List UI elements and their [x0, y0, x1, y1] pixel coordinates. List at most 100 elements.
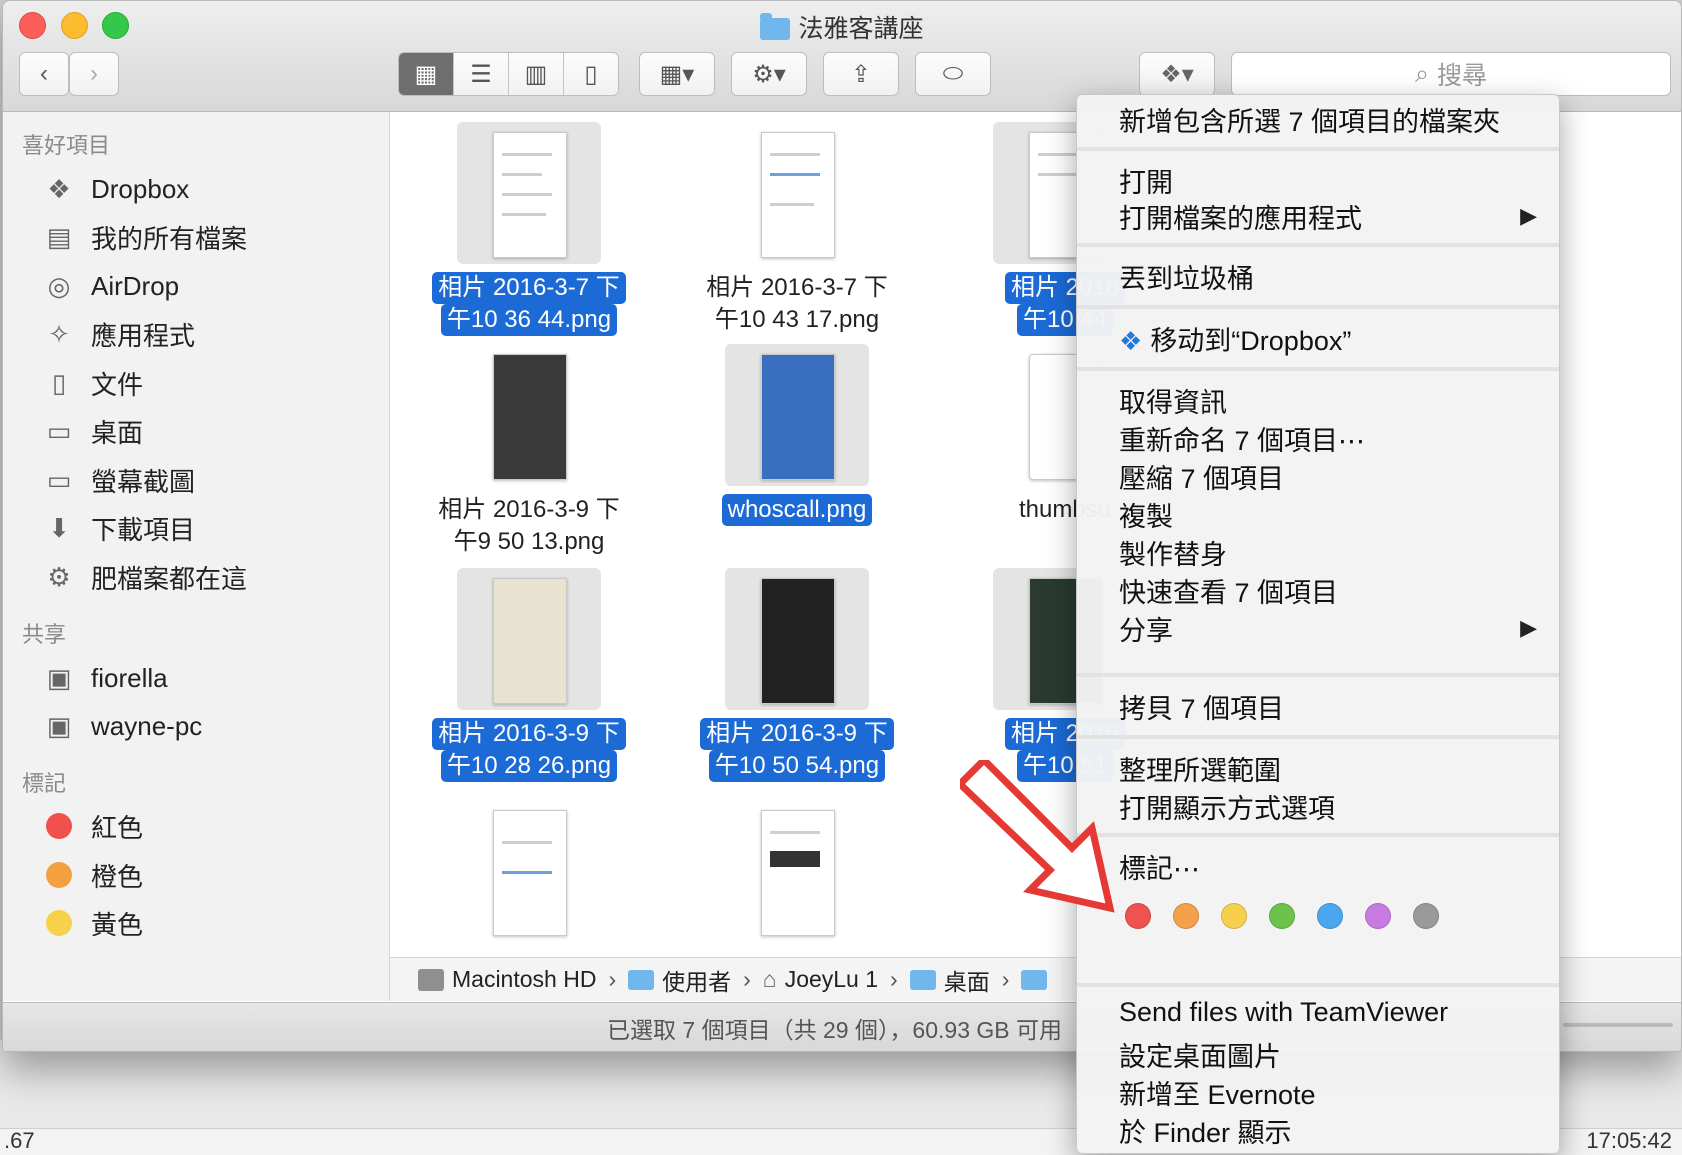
menu-item-new-folder-with-selection[interactable]: 新增包含所選 7 個項目的檔案夾 [1119, 100, 1500, 139]
airdrop-icon: ◎ [47, 270, 71, 301]
sidebar-item-fiorella[interactable]: ▣ fiorella [39, 656, 168, 700]
sidebar-item-big-files[interactable]: ⚙ 肥檔案都在這 [39, 555, 247, 599]
file-thumbnail[interactable] [457, 568, 601, 710]
tag-color-purple[interactable] [1365, 903, 1391, 929]
grid-view-button[interactable]: ▦ [399, 53, 454, 95]
dropbox-icon: ❖ [1119, 326, 1143, 356]
file-label[interactable]: whoscall.png [687, 494, 907, 526]
sidebar-item-screenshots[interactable]: ▭ 螢幕截圖 [39, 458, 195, 502]
action-button[interactable]: ⚙▾ [731, 52, 807, 96]
dropbox-button[interactable]: ❖▾ [1139, 52, 1215, 96]
submenu-arrow-icon: ▶ [1520, 615, 1537, 640]
status-text: 已選取 7 個項目（共 29 個），60.93 GB 可用 [607, 1016, 1063, 1043]
sidebar-item-airdrop[interactable]: ◎ AirDrop [39, 264, 179, 308]
list-view-button[interactable]: ☰ [454, 53, 509, 95]
menu-item-quick-look[interactable]: 快速查看 7 個項目 [1119, 571, 1338, 610]
chevron-right-icon: › [90, 60, 98, 87]
coverflow-view-button[interactable]: ▯ [564, 53, 618, 95]
path-item-joeylu[interactable]: JoeyLu 1 [785, 966, 878, 993]
file-thumbnail[interactable] [457, 122, 601, 264]
tag-color-blue[interactable] [1317, 903, 1343, 929]
red-tag-icon [46, 813, 72, 839]
menu-item-add-to-evernote[interactable]: 新增至 Evernote [1119, 1073, 1316, 1112]
tag-color-orange[interactable] [1173, 903, 1199, 929]
menu-item-set-desktop-picture[interactable]: 設定桌面圖片 [1119, 1035, 1281, 1074]
path-separator: › [608, 966, 617, 992]
menu-item-open-with[interactable]: 打開檔案的應用程式 [1119, 197, 1362, 236]
path-item-macintosh-hd[interactable]: Macintosh HD [452, 966, 596, 993]
sidebar-item-applications[interactable]: ✧ 應用程式 [39, 312, 195, 356]
sidebar-item-documents[interactable]: ▯ 文件 [39, 361, 143, 405]
tag-color-gray[interactable] [1413, 903, 1439, 929]
menu-item-share[interactable]: 分享 [1119, 609, 1173, 648]
view-switcher: ▦ ☰ ▥ ▯ [398, 52, 619, 96]
menu-item-compress[interactable]: 壓縮 7 個項目 [1119, 457, 1284, 496]
sidebar-item-dropbox[interactable]: ❖ Dropbox [39, 167, 189, 211]
file-thumbnail[interactable] [725, 568, 869, 710]
path-item-desktop[interactable]: 桌面 [944, 963, 990, 997]
menu-item-copy[interactable]: 拷貝 7 個項目 [1119, 687, 1284, 726]
applications-icon: ✧ [48, 318, 70, 349]
file-label[interactable]: 相片 2016-3-7 下午10 43 17.png [687, 272, 907, 336]
path-item-users[interactable]: 使用者 [662, 963, 731, 997]
orange-tag-icon [46, 862, 72, 888]
screenshot-preview-icon [493, 132, 567, 258]
file-thumbnail[interactable] [457, 800, 601, 942]
menu-item-duplicate[interactable]: 複製 [1119, 495, 1173, 534]
map-preview-icon [493, 578, 567, 704]
sidebar-item-all-files[interactable]: ▤ 我的所有檔案 [39, 215, 247, 259]
menu-item-reveal-in-finder[interactable]: 於 Finder 顯示 [1119, 1111, 1292, 1150]
menu-separator [1077, 833, 1559, 837]
folder-icon: ▭ [46, 464, 72, 495]
menu-item-show-view-options[interactable]: 打開顯示方式選項 [1119, 787, 1335, 826]
menu-separator [1077, 735, 1559, 739]
menu-separator [1077, 147, 1559, 151]
menu-item-get-info[interactable]: 取得資訊 [1119, 381, 1227, 420]
sidebar-item-desktop[interactable]: ▭ 桌面 [39, 409, 143, 453]
file-label[interactable]: 相片 2016-3-9 下午9 50 13.png [419, 494, 639, 558]
share-icon: ⇪ [850, 60, 872, 88]
menu-item-move-to-dropbox[interactable]: ❖ 移动到“Dropbox” [1119, 319, 1351, 358]
menu-item-move-to-trash[interactable]: 丟到垃圾桶 [1119, 257, 1254, 296]
file-thumbnail[interactable] [725, 122, 869, 264]
menu-item-open[interactable]: 打開 [1119, 161, 1173, 200]
icon-size-slider[interactable] [1563, 1023, 1673, 1027]
tag-color-yellow[interactable] [1221, 903, 1247, 929]
sidebar: 喜好項目 ❖ Dropbox ▤ 我的所有檔案 ◎ AirDrop ✧ 應用程式 ▯ 文件… [3, 112, 390, 1001]
menu-item-make-alias[interactable]: 製作替身 [1119, 533, 1227, 572]
menu-item-rename[interactable]: 重新命名 7 個項目⋯ [1119, 419, 1365, 458]
tags-button[interactable]: ⬭ [915, 52, 991, 96]
sidebar-tag-yellow[interactable]: 黃色 [39, 901, 143, 945]
menu-item-clean-up-selection[interactable]: 整理所選範圍 [1119, 749, 1281, 788]
file-label[interactable]: 相片 2016-3-9 下午10 50 54.png [687, 718, 907, 782]
forward-button[interactable]: › [69, 52, 119, 96]
folder-icon [628, 969, 655, 990]
menu-item-tags[interactable]: 標記⋯ [1119, 847, 1200, 886]
column-view-button[interactable]: ▥ [509, 53, 564, 95]
file-thumbnail[interactable] [725, 344, 869, 486]
menu-item-teamviewer[interactable]: Send files with TeamViewer [1119, 997, 1448, 1028]
path-separator: › [743, 966, 751, 992]
tag-color-row [1125, 903, 1461, 929]
sidebar-tag-orange[interactable]: 橙色 [39, 853, 143, 897]
dropbox-icon: ❖ [47, 173, 71, 204]
tag-color-green[interactable] [1269, 903, 1295, 929]
back-button[interactable]: ‹ [19, 52, 69, 96]
search-input[interactable]: ⌕ 搜尋 [1231, 52, 1671, 96]
share-button[interactable]: ⇪ [823, 52, 899, 96]
file-thumbnail[interactable] [725, 800, 869, 942]
all-files-icon: ▤ [46, 221, 72, 252]
menu-separator [1077, 983, 1559, 987]
path-separator: › [890, 966, 898, 992]
sidebar-item-wayne-pc[interactable]: ▣ wayne-pc [39, 704, 203, 748]
menu-separator [1077, 305, 1559, 309]
sidebar-item-downloads[interactable]: ⬇ 下載項目 [39, 506, 195, 550]
file-label[interactable]: 相片 2016-3-9 下午10 28 26.png [419, 718, 639, 782]
menu-bar-clock: 17:05:42 [1586, 1128, 1672, 1153]
file-label[interactable]: 相片 2016-3-7 下午10 36 44.png [419, 272, 639, 336]
file-thumbnail[interactable] [457, 344, 601, 486]
arrange-button[interactable]: ▦▾ [639, 52, 715, 96]
sidebar-tag-red[interactable]: 紅色 [39, 804, 143, 848]
search-placeholder: 搜尋 [1437, 62, 1488, 90]
background-text-left: .67 [4, 1128, 35, 1153]
